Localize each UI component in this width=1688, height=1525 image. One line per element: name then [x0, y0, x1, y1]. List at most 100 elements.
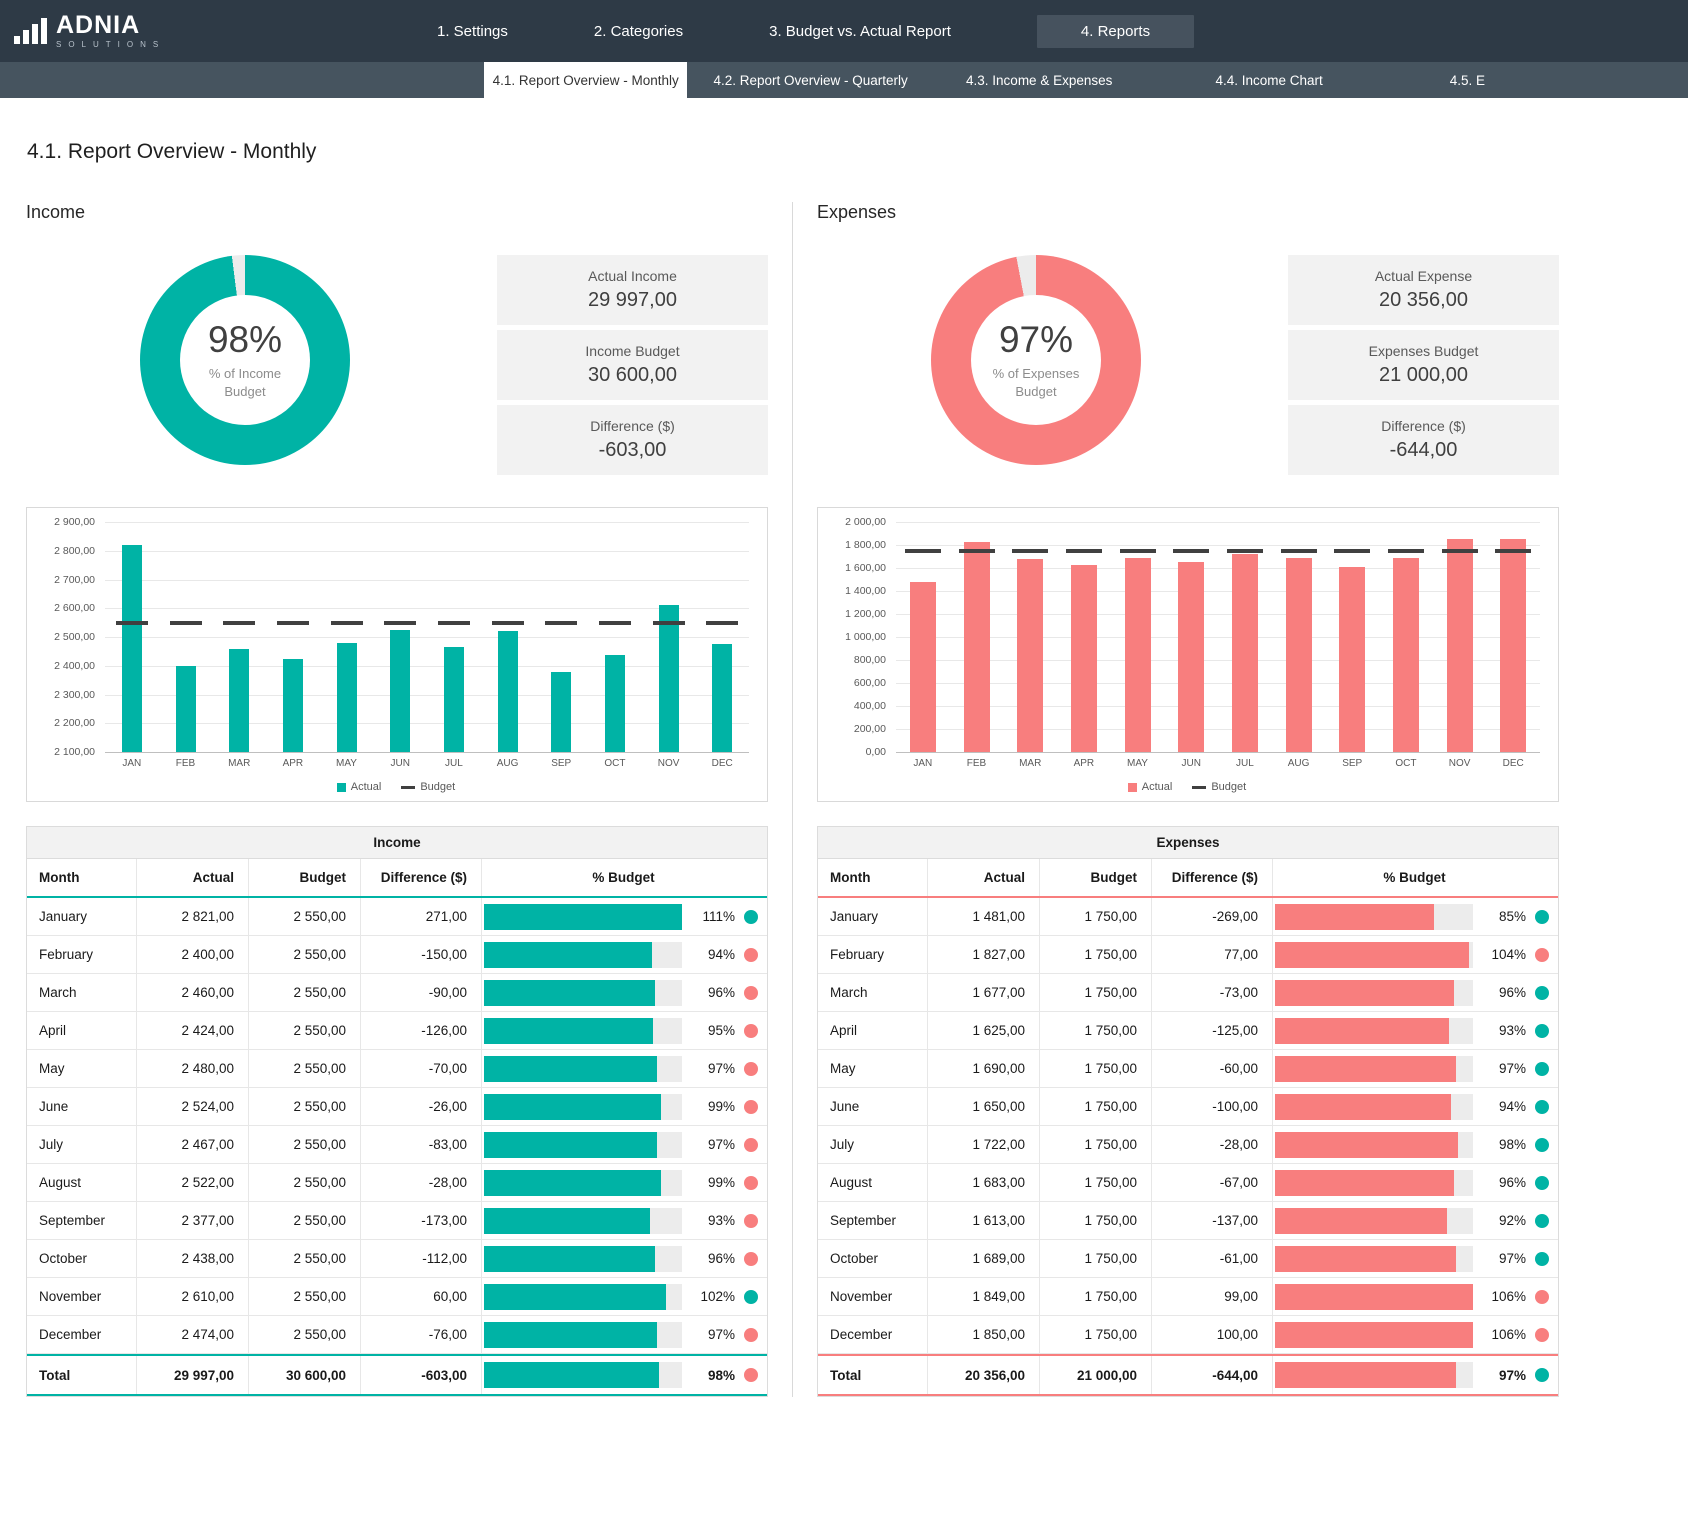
cell-month: August — [27, 1164, 137, 1201]
status-dot — [744, 1100, 758, 1114]
pct-bar-fill — [484, 942, 652, 968]
cell-difference: -70,00 — [361, 1050, 482, 1087]
actual-swatch-icon — [1128, 783, 1137, 792]
cell-difference: -28,00 — [361, 1164, 482, 1201]
cell-difference: 271,00 — [361, 898, 482, 935]
status-dot — [1535, 1214, 1549, 1228]
pct-bar-track — [484, 1056, 682, 1082]
pct-bar-track — [1275, 1246, 1473, 1272]
actual-bar — [1339, 567, 1365, 752]
y-axis-tick-label: 2 800,00 — [35, 545, 95, 557]
cell-actual: 2 438,00 — [137, 1240, 249, 1277]
y-axis-tick-label: 400,00 — [826, 700, 886, 712]
status-dot — [1535, 948, 1549, 962]
x-axis-label: JUL — [1218, 758, 1272, 769]
bar-slot-jun — [373, 522, 427, 752]
x-axis-label: APR — [1057, 758, 1111, 769]
pct-bar-fill — [484, 1018, 653, 1044]
cell-budget: 2 550,00 — [249, 1202, 361, 1239]
pct-value: 96% — [1482, 985, 1526, 1000]
cell-budget: 2 550,00 — [249, 898, 361, 935]
stat-label: Income Budget — [585, 343, 679, 359]
nav-item-2[interactable]: 2. Categories — [594, 23, 683, 40]
status-dot — [744, 1138, 758, 1152]
cell-difference: -126,00 — [361, 1012, 482, 1049]
adnia-logo: ADNIA SOLUTIONS — [14, 13, 165, 49]
cell-actual: 1 689,00 — [928, 1240, 1040, 1277]
header-month: Month — [818, 859, 928, 896]
budget-dash — [1442, 549, 1478, 553]
cell-actual: 2 467,00 — [137, 1126, 249, 1163]
cell-month: October — [818, 1240, 928, 1277]
table-row: March1 677,001 750,00-73,0096% — [818, 974, 1558, 1012]
cell-pct-budget: 92% — [1273, 1202, 1558, 1239]
pct-bar-track — [1275, 1094, 1473, 1120]
nav-item-1[interactable]: 1. Settings — [437, 23, 508, 40]
actual-bar — [283, 659, 303, 752]
bar-slot-jan — [896, 522, 950, 752]
bar-slot-jul — [1218, 522, 1272, 752]
cell-pct-budget: 111% — [482, 898, 767, 935]
cell-month: December — [818, 1316, 928, 1353]
bar-slot-nov — [642, 522, 696, 752]
expenses-stat-box-1: Actual Expense20 356,00 — [1288, 255, 1559, 325]
budget-dash — [1173, 549, 1209, 553]
bar-slot-feb — [159, 522, 213, 752]
budget-dash — [1227, 549, 1263, 553]
x-axis-label: AUG — [1272, 758, 1326, 769]
income-data-table: IncomeMonthActualBudgetDifference ($)% B… — [26, 826, 768, 1397]
cell-month: December — [27, 1316, 137, 1353]
table-row: February1 827,001 750,0077,00104% — [818, 936, 1558, 974]
nav-item-4[interactable]: 4. Reports — [1037, 15, 1194, 48]
stat-label: Difference ($) — [590, 418, 675, 434]
cell-budget: 1 750,00 — [1040, 1012, 1152, 1049]
table-row: October1 689,001 750,00-61,0097% — [818, 1240, 1558, 1278]
status-dot — [744, 910, 758, 924]
pct-value: 104% — [1482, 947, 1526, 962]
cell-month: November — [27, 1278, 137, 1315]
expenses-donut-center: 97% % of Expenses Budget — [971, 295, 1101, 425]
cell-budget: 1 750,00 — [1040, 1202, 1152, 1239]
pct-bar-track — [484, 1362, 682, 1388]
pct-bar-track — [1275, 1018, 1473, 1044]
cell-difference: -603,00 — [361, 1356, 482, 1394]
x-axis-label: FEB — [950, 758, 1004, 769]
cell-budget: 2 550,00 — [249, 1126, 361, 1163]
sheet-tab-2[interactable]: 4.2. Report Overview - Quarterly — [687, 62, 933, 98]
cell-difference: -26,00 — [361, 1088, 482, 1125]
pct-bar-fill — [484, 1208, 650, 1234]
budget-dash — [706, 621, 738, 625]
header-budget: Budget — [1040, 859, 1152, 896]
income-stat-box-3: Difference ($)-603,00 — [497, 405, 768, 475]
cell-month: March — [818, 974, 928, 1011]
stat-value: 30 600,00 — [588, 364, 677, 387]
table-row: February2 400,002 550,00-150,0094% — [27, 936, 767, 974]
cell-actual: 1 683,00 — [928, 1164, 1040, 1201]
cell-pct-budget: 99% — [482, 1164, 767, 1201]
actual-bar — [1393, 558, 1419, 752]
cell-budget: 1 750,00 — [1040, 1126, 1152, 1163]
budget-dash — [905, 549, 941, 553]
cell-pct-budget: 97% — [482, 1316, 767, 1353]
pct-bar-track — [484, 1132, 682, 1158]
income-stat-boxes: Actual Income29 997,00 Income Budget 30 60… — [497, 255, 768, 475]
expenses-donut-chart: 97% % of Expenses Budget — [931, 255, 1141, 465]
status-dot — [744, 1062, 758, 1076]
pct-bar-fill — [484, 1170, 661, 1196]
pct-value: 94% — [691, 947, 735, 962]
sheet-tab-1[interactable]: 4.1. Report Overview - Monthly — [484, 62, 687, 98]
sheet-tab-4[interactable]: 4.4. Income Chart — [1145, 62, 1394, 98]
cell-pct-budget: 102% — [482, 1278, 767, 1315]
sheet-tab-3[interactable]: 4.3. Income & Expenses — [934, 62, 1145, 98]
table-row: July2 467,002 550,00-83,0097% — [27, 1126, 767, 1164]
header-actual: Actual — [137, 859, 249, 896]
cell-pct-budget: 97% — [1273, 1356, 1558, 1394]
sheet-tab-5[interactable]: 4.5. E — [1394, 62, 1688, 98]
table-row: April2 424,002 550,00-126,0095% — [27, 1012, 767, 1050]
x-axis-label: APR — [266, 758, 320, 769]
cell-difference: -83,00 — [361, 1126, 482, 1163]
expenses-data-table: ExpensesMonthActualBudgetDifference ($)%… — [817, 826, 1559, 1397]
nav-item-3[interactable]: 3. Budget vs. Actual Report — [769, 23, 951, 40]
income-stat-box-1: Actual Income29 997,00 — [497, 255, 768, 325]
table-row: August2 522,002 550,00-28,0099% — [27, 1164, 767, 1202]
